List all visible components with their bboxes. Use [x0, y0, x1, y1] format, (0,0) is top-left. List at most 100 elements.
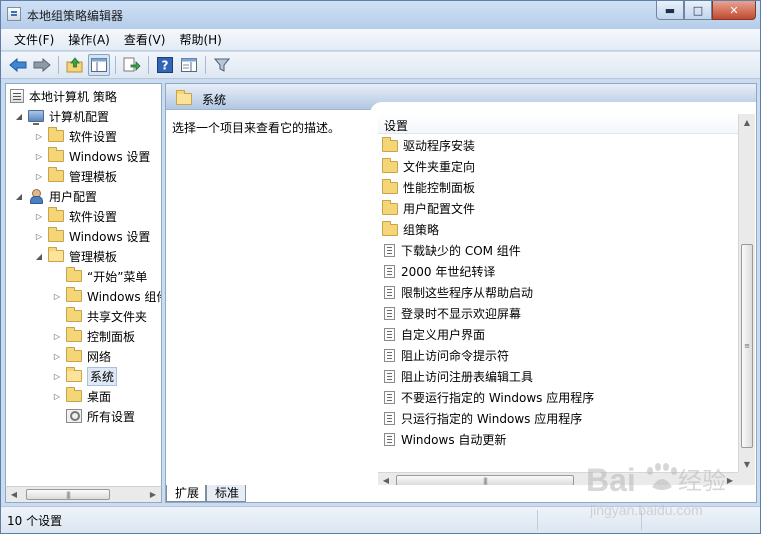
list-item-setting[interactable]: Windows 自动更新	[382, 429, 506, 450]
close-button[interactable]: ✕	[712, 1, 756, 20]
tree-label: 控制面板	[87, 329, 136, 344]
view-tabs: 扩展 标准	[165, 485, 757, 503]
tree-item-computer-config[interactable]: ◢ 计算机配置	[14, 106, 109, 126]
settings-list[interactable]: 设置 驱动程序安装 文件夹重定向 性能控制面板 用户配置文件 组策略 下载缺少的…	[378, 114, 756, 490]
list-item-setting[interactable]: 下载缺少的 COM 组件	[382, 240, 521, 261]
details-title: 系统	[202, 93, 227, 107]
tree-item-all-settings[interactable]: 所有设置	[52, 406, 135, 426]
scroll-left-arrow-icon[interactable]: ◀	[6, 487, 22, 502]
list-item-setting[interactable]: 2000 年世纪转译	[382, 261, 495, 282]
back-button[interactable]	[7, 54, 29, 76]
expand-arrow-icon[interactable]: ▷	[34, 131, 44, 141]
tree-item-shared-folders[interactable]: 共享文件夹	[52, 306, 147, 326]
expand-arrow-icon[interactable]: ▷	[34, 151, 44, 161]
folder-icon	[382, 178, 398, 194]
scrollbar-thumb[interactable]: ≡	[741, 244, 753, 448]
close-icon: ✕	[729, 3, 739, 17]
scroll-right-arrow-icon[interactable]: ▶	[145, 487, 161, 502]
list-item-label: 阻止访问注册表编辑工具	[401, 370, 534, 384]
list-vertical-scrollbar[interactable]: ▲ ≡ ▼	[738, 114, 755, 472]
tree-item-desktop[interactable]: ▷ 桌面	[52, 386, 111, 406]
toolbar-separator	[148, 56, 149, 74]
tree-item-user-windows[interactable]: ▷ Windows 设置	[34, 226, 150, 246]
expand-arrow-icon[interactable]: ▷	[34, 211, 44, 221]
window-title: 本地组策略编辑器	[27, 9, 124, 23]
list-item-setting[interactable]: 限制这些程序从帮助启动	[382, 282, 533, 303]
title-bar[interactable]: 本地组策略编辑器 ▬ □ ✕	[1, 1, 760, 29]
tree-item-computer-admin[interactable]: ▷ 管理模板	[34, 166, 117, 186]
tree-item-system[interactable]: ▷ 系统	[52, 366, 118, 386]
filter-button[interactable]	[211, 54, 233, 76]
column-header-setting[interactable]: 设置	[378, 114, 738, 134]
tree-label: 桌面	[87, 389, 112, 404]
list-item-folder[interactable]: 驱动程序安装	[382, 135, 475, 156]
tab-extended[interactable]: 扩展	[166, 485, 207, 502]
forward-button[interactable]	[31, 54, 53, 76]
expand-arrow-icon[interactable]: ▷	[34, 231, 44, 241]
tree-item-control-panel[interactable]: ▷ 控制面板	[52, 326, 135, 346]
expand-arrow-icon[interactable]: ▷	[52, 391, 62, 401]
list-item-setting[interactable]: 登录时不显示欢迎屏幕	[382, 303, 521, 324]
tree-horizontal-scrollbar[interactable]: ◀ ||| ▶	[5, 486, 162, 503]
menu-bar: 文件(F) 操作(A) 查看(V) 帮助(H)	[1, 29, 760, 51]
list-item-setting[interactable]: 阻止访问命令提示符	[382, 345, 509, 366]
tree-item-start-menu[interactable]: “开始”菜单	[52, 266, 147, 286]
tree-item-user-config[interactable]: ◢ 用户配置	[14, 186, 97, 206]
expand-arrow-icon[interactable]: ▷	[52, 351, 62, 361]
export-list-button[interactable]	[121, 54, 143, 76]
menu-action[interactable]: 操作(A)	[61, 30, 117, 50]
tree-item-network[interactable]: ▷ 网络	[52, 346, 111, 366]
collapse-arrow-icon[interactable]: ◢	[34, 251, 44, 261]
tree-item-computer-windows[interactable]: ▷ Windows 设置	[34, 146, 150, 166]
collapse-arrow-icon[interactable]: ◢	[14, 111, 24, 121]
scrollbar-thumb[interactable]: |||	[26, 489, 110, 500]
list-item-setting[interactable]: 只运行指定的 Windows 应用程序	[382, 408, 582, 429]
minimize-button[interactable]: ▬	[656, 1, 684, 20]
folder-icon	[66, 347, 82, 362]
tree-item-user-admin[interactable]: ◢ 管理模板	[34, 246, 117, 266]
folder-icon	[48, 127, 64, 142]
menu-view[interactable]: 查看(V)	[117, 30, 173, 50]
menu-help[interactable]: 帮助(H)	[172, 30, 228, 50]
tree-pane[interactable]: 本地计算机 策略 ◢ 计算机配置 ▷ 软件设置 ▷ Windows 设置 ▷ 管…	[5, 83, 162, 503]
list-item-folder[interactable]: 组策略	[382, 219, 439, 240]
expand-arrow-icon[interactable]: ▷	[52, 331, 62, 341]
tree-item-windows-components[interactable]: ▷ Windows 组件	[52, 286, 161, 306]
expand-arrow-icon[interactable]: ▷	[52, 291, 62, 301]
scroll-down-arrow-icon[interactable]: ▼	[739, 456, 755, 472]
list-item-setting[interactable]: 不要运行指定的 Windows 应用程序	[382, 387, 594, 408]
tree-label: 管理模板	[69, 169, 118, 184]
list-item-setting[interactable]: 自定义用户界面	[382, 324, 485, 345]
list-item-folder[interactable]: 性能控制面板	[382, 177, 475, 198]
tree-item-user-software[interactable]: ▷ 软件设置	[34, 206, 117, 226]
folder-icon	[48, 167, 64, 182]
expand-arrow-icon[interactable]: ▷	[34, 171, 44, 181]
folder-icon	[48, 147, 64, 162]
menu-file[interactable]: 文件(F)	[7, 30, 61, 50]
expand-arrow-icon[interactable]: ▷	[52, 371, 62, 381]
folder-icon	[66, 387, 82, 402]
all-settings-icon	[66, 409, 82, 423]
properties-pane-button[interactable]	[178, 54, 200, 76]
tab-standard[interactable]: 标准	[206, 485, 247, 502]
list-item-folder[interactable]: 用户配置文件	[382, 198, 475, 219]
list-item-folder[interactable]: 文件夹重定向	[382, 156, 475, 177]
tree-label: 网络	[87, 349, 112, 364]
up-folder-button[interactable]	[64, 54, 86, 76]
collapse-arrow-icon[interactable]: ◢	[14, 191, 24, 201]
list-item-label: 阻止访问命令提示符	[401, 349, 510, 363]
show-hide-tree-button[interactable]	[88, 54, 110, 76]
tree-item-root[interactable]: 本地计算机 策略	[10, 86, 117, 106]
policy-setting-icon	[384, 391, 395, 404]
folder-icon	[48, 227, 64, 242]
help-button[interactable]: ?	[154, 54, 176, 76]
scroll-up-arrow-icon[interactable]: ▲	[739, 114, 755, 130]
status-bar: 10 个设置	[1, 506, 760, 533]
maximize-button[interactable]: □	[684, 1, 712, 20]
list-item-label: 不要运行指定的 Windows 应用程序	[401, 391, 595, 405]
tree-label: 系统	[87, 366, 118, 386]
list-item-setting[interactable]: 阻止访问注册表编辑工具	[382, 366, 533, 387]
policy-setting-icon	[384, 307, 395, 320]
tree-item-computer-software[interactable]: ▷ 软件设置	[34, 126, 117, 146]
